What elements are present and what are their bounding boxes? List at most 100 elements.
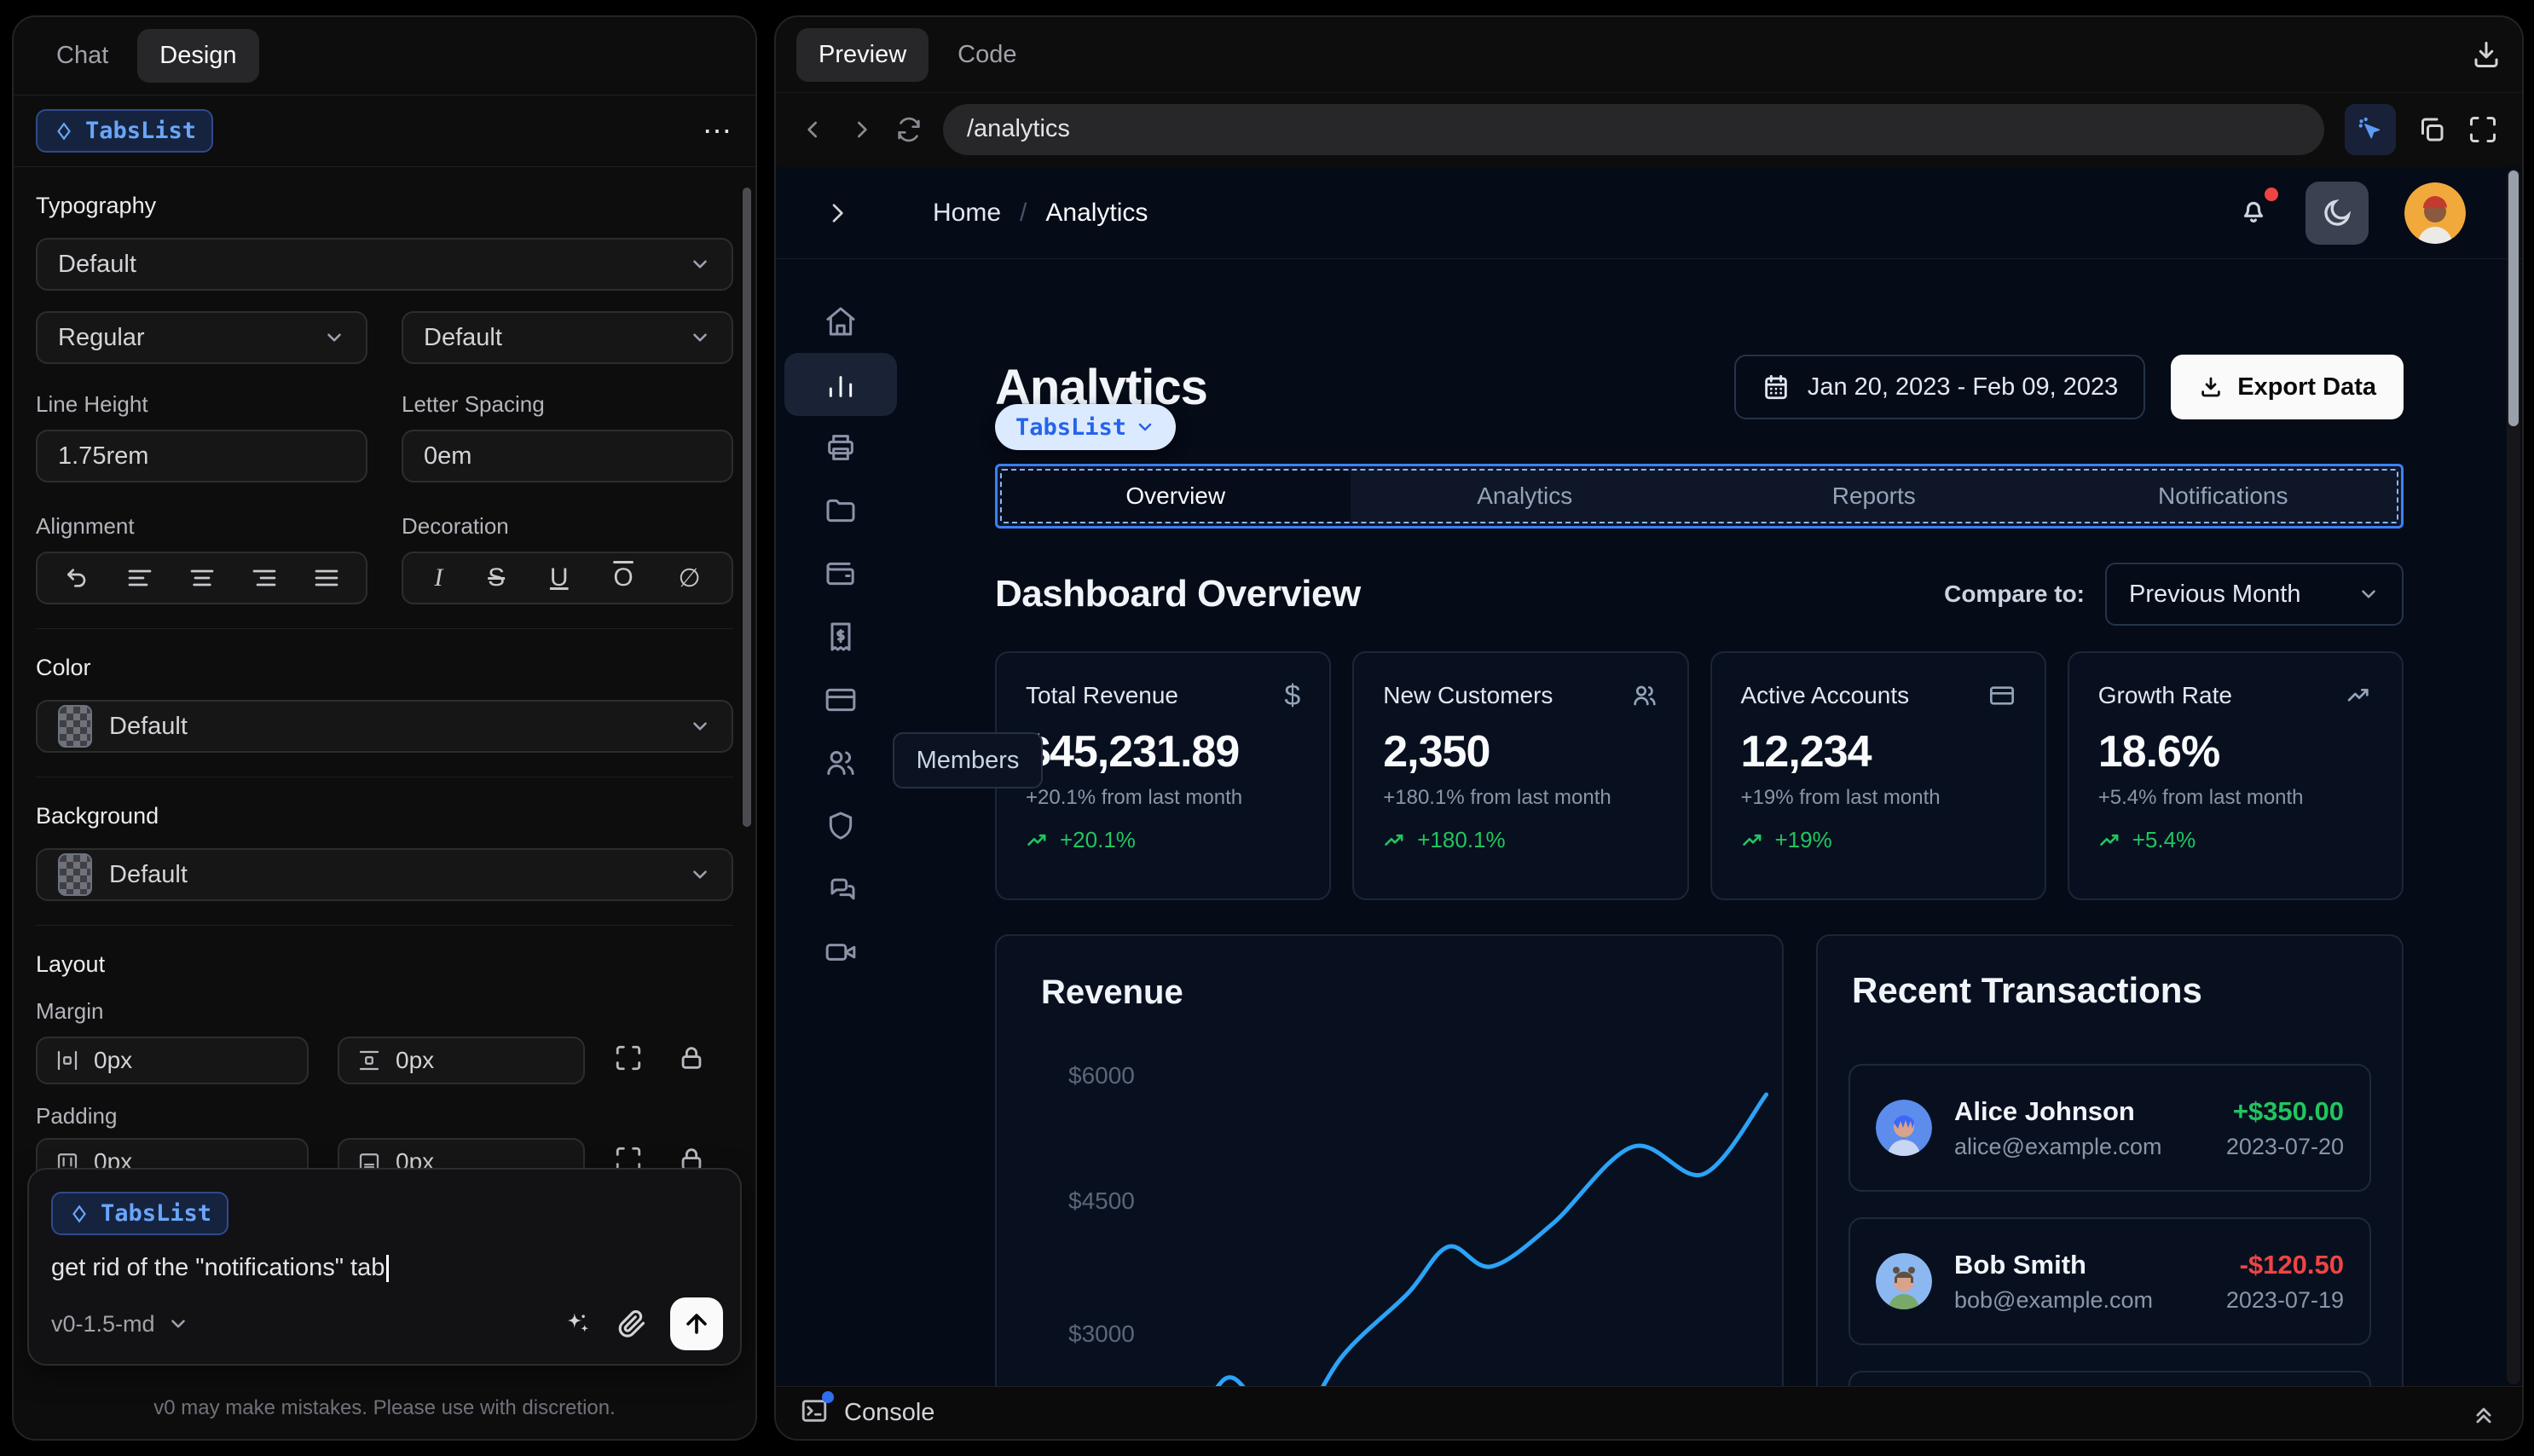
avatar xyxy=(1876,1100,1932,1156)
tab-code[interactable]: Code xyxy=(935,28,1038,82)
color-select[interactable]: Default xyxy=(36,700,733,753)
stat-card-growth-rate: Growth Rate 18.6% +5.4% from last month … xyxy=(2067,651,2404,900)
sidebar-item-files[interactable] xyxy=(784,479,897,542)
fullscreen-button[interactable] xyxy=(2467,114,2498,145)
font-family-select[interactable]: Default xyxy=(36,238,733,291)
selected-element-label: TabsList xyxy=(1015,413,1127,441)
copy-icon xyxy=(2421,118,2444,141)
sidebar-item-messages[interactable] xyxy=(784,858,897,921)
app-preview: Home / Analytics Members Analytics Jan 2… xyxy=(776,167,2522,1439)
background-select[interactable]: Default xyxy=(36,848,733,901)
stat-cards: Total Revenue $ $45,231.89 +20.1% from l… xyxy=(995,651,2404,900)
sidebar-item-video[interactable] xyxy=(784,921,897,984)
undo-icon[interactable] xyxy=(64,564,91,592)
layout-label: Layout xyxy=(36,951,106,977)
stat-title: Growth Rate xyxy=(2097,682,2232,708)
sidebar-item-members[interactable] xyxy=(784,731,897,794)
sidebar-item-wallet[interactable] xyxy=(784,542,897,605)
lock-margin-icon[interactable] xyxy=(677,1043,711,1078)
decoration-label: Decoration xyxy=(402,513,509,539)
theme-toggle-button[interactable] xyxy=(2305,181,2369,245)
clear-decoration-icon[interactable]: ∅ xyxy=(678,563,700,593)
v0-workspace: Chat Design TabsList ⋯ Typography Defaul… xyxy=(0,0,2534,1456)
refresh-button[interactable] xyxy=(895,116,923,143)
notifications-button[interactable] xyxy=(2237,188,2278,231)
printer-icon xyxy=(828,435,853,460)
user-avatar[interactable] xyxy=(2404,182,2466,244)
composer-component-chip[interactable]: TabsList xyxy=(51,1192,229,1235)
forward-button[interactable] xyxy=(848,116,875,143)
stat-value: $45,231.89 xyxy=(1026,727,1240,777)
sidebar-item-security[interactable] xyxy=(784,794,897,858)
sparkles-icon[interactable] xyxy=(561,1308,593,1340)
sidebar-item-home[interactable] xyxy=(784,290,897,353)
date-range-picker[interactable]: Jan 20, 2023 - Feb 09, 2023 xyxy=(1733,355,2146,419)
app-main: Analytics Jan 20, 2023 - Feb 09, 2023 Ex… xyxy=(905,259,2522,1439)
stat-card-new-customers: New Customers 2,350 +180.1% from last mo… xyxy=(1352,651,1689,900)
tab-overview[interactable]: Overview xyxy=(1001,470,1351,523)
preview-scrollbar-thumb[interactable] xyxy=(2508,170,2519,426)
font-weight-select[interactable]: Regular xyxy=(36,311,367,364)
prompt-text: get rid of the "notifications" tab xyxy=(51,1254,385,1281)
transaction-row[interactable]: Alice Johnson alice@example.com +$350.00… xyxy=(1848,1064,2371,1192)
bell-icon xyxy=(2243,201,2264,222)
paperclip-icon[interactable] xyxy=(616,1308,648,1340)
console-expand-button[interactable] xyxy=(2469,1399,2498,1428)
download-button[interactable] xyxy=(2471,39,2502,70)
breadcrumb-home[interactable]: Home xyxy=(933,199,1001,228)
prompt-input[interactable]: get rid of the "notifications" tab xyxy=(51,1254,718,1283)
align-left-icon[interactable] xyxy=(126,564,153,592)
bar-chart-icon xyxy=(829,376,853,397)
stat-subtext: +5.4% from last month xyxy=(2097,786,2304,809)
margin-y-input[interactable]: 0px xyxy=(338,1037,585,1084)
sidebar-item-analytics[interactable] xyxy=(784,353,897,416)
tab-chat[interactable]: Chat xyxy=(34,29,130,83)
margin-x-input[interactable]: 0px xyxy=(36,1037,309,1084)
console-bar[interactable]: Console xyxy=(776,1386,2522,1439)
tab-reports[interactable]: Reports xyxy=(1699,470,2049,523)
font-size-select[interactable]: Default xyxy=(402,311,733,364)
italic-icon[interactable]: I xyxy=(434,563,443,592)
selected-component-chip[interactable]: TabsList xyxy=(36,109,214,153)
transaction-name: Alice Johnson xyxy=(1954,1095,2135,1126)
preview-scrollbar[interactable] xyxy=(2507,169,2520,1384)
sidebar-toggle-button[interactable] xyxy=(824,199,851,227)
letter-spacing-input[interactable]: 0em xyxy=(402,430,733,482)
align-right-icon[interactable] xyxy=(251,564,278,592)
transaction-row[interactable]: Bob Smith bob@example.com -$120.50 2023-… xyxy=(1848,1217,2371,1345)
tab-design[interactable]: Design xyxy=(137,29,259,83)
app-header: Home / Analytics xyxy=(776,167,2522,259)
underline-icon[interactable]: U xyxy=(550,563,569,592)
back-button[interactable] xyxy=(800,116,827,143)
tab-analytics[interactable]: Analytics xyxy=(1351,470,1700,523)
strikethrough-icon[interactable]: S xyxy=(488,563,505,592)
more-options-icon[interactable]: ⋯ xyxy=(703,114,733,148)
compare-select[interactable]: Previous Month xyxy=(2105,563,2404,626)
overline-icon[interactable]: O xyxy=(613,563,633,592)
url-bar[interactable]: /analytics xyxy=(943,103,2324,155)
sidebar-item-cards[interactable] xyxy=(784,668,897,731)
sidebar-item-reports[interactable] xyxy=(784,416,897,479)
stat-trend-value: +5.4% xyxy=(2132,827,2196,852)
home-icon xyxy=(826,307,855,336)
app-sidebar xyxy=(776,259,905,1439)
send-button[interactable] xyxy=(670,1297,723,1350)
stat-card-active-accounts: Active Accounts 12,234 +19% from last mo… xyxy=(1710,651,2046,900)
tab-preview[interactable]: Preview xyxy=(796,27,929,82)
tab-notifications[interactable]: Notifications xyxy=(2049,470,2398,523)
selected-element-chip[interactable]: TabsList xyxy=(995,404,1177,450)
model-select[interactable]: v0-1.5-md xyxy=(51,1311,189,1338)
avatar-image xyxy=(2404,182,2466,244)
terminal-icon xyxy=(800,1391,834,1430)
export-data-button[interactable]: Export Data xyxy=(2171,355,2404,419)
line-height-input[interactable]: 1.75rem xyxy=(36,430,367,482)
left-panel-scrollbar[interactable] xyxy=(743,188,751,827)
align-center-icon[interactable] xyxy=(188,564,216,592)
expand-margin-icon[interactable] xyxy=(614,1043,648,1078)
users-icon xyxy=(1633,685,1656,706)
align-justify-icon[interactable] xyxy=(313,564,340,592)
copy-button[interactable] xyxy=(2416,114,2447,145)
sidebar-item-invoices[interactable] xyxy=(784,605,897,668)
pointer-mode-button[interactable] xyxy=(2345,103,2396,155)
font-family-value: Default xyxy=(58,250,136,278)
